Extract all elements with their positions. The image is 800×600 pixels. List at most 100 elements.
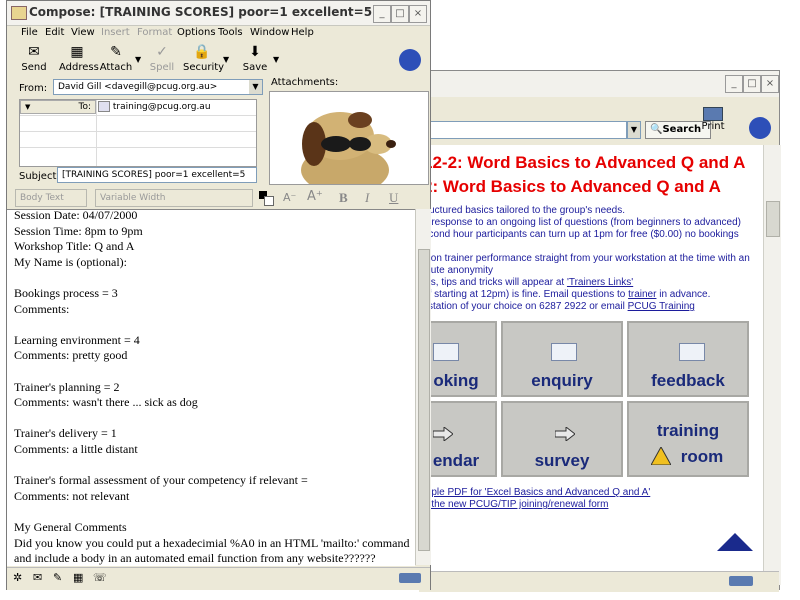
enquiry-tile[interactable]: enquiry bbox=[501, 321, 623, 397]
browser-titlebar: _ □ × bbox=[419, 71, 779, 97]
font-select[interactable]: Variable Width bbox=[95, 189, 253, 207]
body-line: Comments: not relevant bbox=[14, 488, 130, 503]
compose-titlebar: Compose: [TRAINING SCORES] poor=1 excell… bbox=[7, 1, 430, 26]
save-dropdown-icon[interactable]: ▼ bbox=[273, 55, 279, 64]
send-icon: ✉ bbox=[28, 44, 40, 60]
trainers-links-link[interactable]: 'Trainers Links' bbox=[567, 277, 633, 288]
browser-scrollbar[interactable] bbox=[763, 145, 781, 585]
arrow-right-icon bbox=[433, 427, 453, 441]
menu-options[interactable]: Options bbox=[177, 27, 216, 38]
recipient-list[interactable]: ▼ To: training@pcug.org.au bbox=[19, 99, 257, 167]
compose-window: Compose: [TRAINING SCORES] poor=1 excell… bbox=[6, 0, 431, 590]
chat-icon[interactable]: ☏ bbox=[93, 571, 107, 584]
paragraph-style-select[interactable]: Body Text bbox=[15, 189, 87, 207]
divider bbox=[96, 100, 97, 166]
menu-window[interactable]: Window bbox=[250, 27, 289, 38]
desc-line: (if starting at 12pm) is fine. Email que… bbox=[423, 289, 711, 300]
attach-button[interactable]: ✎ Attach bbox=[99, 43, 133, 73]
mail-icon[interactable]: ✉ bbox=[33, 571, 42, 584]
from-select[interactable]: David Gill <davegill@pcug.org.au> bbox=[53, 79, 263, 95]
bold-icon[interactable]: B bbox=[339, 190, 348, 206]
smaller-font-icon[interactable]: A⁻ bbox=[283, 191, 296, 204]
address-button[interactable]: ▦ Address bbox=[59, 43, 99, 73]
composer-icon[interactable]: ✎ bbox=[53, 571, 62, 584]
body-line: Comments: pretty good bbox=[14, 348, 128, 363]
close-button[interactable]: × bbox=[409, 5, 427, 23]
format-toolbar: Body Text Variable Width A⁻ A⁺ B I U bbox=[7, 187, 430, 209]
body-line: and include a body in an automated email… bbox=[14, 551, 376, 566]
maximize-button[interactable]: □ bbox=[391, 5, 409, 23]
footer-link[interactable]: mple PDF for 'Excel Basics and Advanced … bbox=[423, 487, 650, 498]
attachments-label: Attachments: bbox=[271, 77, 339, 88]
url-input[interactable] bbox=[427, 121, 627, 139]
chevron-down-icon: ▼ bbox=[25, 103, 31, 111]
background-color-icon[interactable] bbox=[264, 196, 274, 206]
menu-tools[interactable]: Tools bbox=[218, 27, 243, 38]
larger-font-icon[interactable]: A⁺ bbox=[307, 189, 323, 204]
menu-format[interactable]: Format bbox=[137, 27, 172, 38]
body-line: Learning environment = 4 bbox=[14, 332, 140, 347]
menu-insert[interactable]: Insert bbox=[101, 27, 130, 38]
security-button[interactable]: 🔒 Security bbox=[183, 43, 224, 73]
training-room-tile[interactable]: training room bbox=[627, 401, 749, 477]
underline-icon[interactable]: U bbox=[389, 190, 398, 206]
trainer-link[interactable]: trainer bbox=[628, 289, 656, 300]
spell-check-icon: ✓ bbox=[156, 44, 168, 60]
contact-icon bbox=[98, 101, 110, 112]
navigator-icon[interactable]: ✲ bbox=[13, 571, 22, 584]
body-line: Trainer's delivery = 1 bbox=[14, 426, 117, 441]
menu-file[interactable]: File bbox=[21, 27, 38, 38]
body-line: Trainer's planning = 2 bbox=[14, 379, 120, 394]
pcug-training-link[interactable]: PCUG Training bbox=[628, 301, 695, 312]
body-line: Session Date: 04/07/2000 bbox=[14, 209, 138, 222]
subject-input[interactable]: [TRAINING SCORES] poor=1 excellent=5 bbox=[57, 167, 257, 183]
desc-line: k on trainer performance straight from y… bbox=[423, 253, 750, 264]
divider bbox=[20, 131, 256, 132]
body-line: Bookings process = 3 bbox=[14, 286, 118, 300]
survey-tile[interactable]: survey bbox=[501, 401, 623, 477]
body-line: Comments: wasn't there ... sick as dog bbox=[14, 395, 198, 410]
menu-help[interactable]: Help bbox=[291, 27, 314, 38]
feedback-tile[interactable]: feedback bbox=[627, 321, 749, 397]
italic-icon[interactable]: I bbox=[365, 190, 369, 206]
address-book-icon: ▦ bbox=[70, 44, 84, 60]
address-book-icon[interactable]: ▦ bbox=[73, 571, 83, 584]
footer-link[interactable]: d the new PCUG/TIP joining/renewal form bbox=[423, 499, 608, 510]
body-line: Session Time: 8pm to 9pm bbox=[14, 223, 143, 238]
search-icon: 🔍 bbox=[650, 124, 663, 135]
desc-line: kstation of your choice on 6287 2922 or … bbox=[423, 301, 695, 312]
from-label: From: bbox=[19, 83, 48, 94]
print-button[interactable]: Print bbox=[699, 107, 727, 132]
subject-label: Subject: bbox=[19, 171, 60, 182]
url-dropdown-button[interactable]: ▼ bbox=[627, 121, 641, 139]
throbber-icon bbox=[749, 117, 771, 139]
envelope-icon bbox=[551, 343, 577, 361]
message-body[interactable]: Session Date: 04/07/2000 Session Time: 8p… bbox=[7, 209, 415, 566]
attach-dropdown-icon[interactable]: ▼ bbox=[135, 55, 141, 64]
body-line: Trainer's formal assessment of your comp… bbox=[14, 473, 308, 488]
menu-view[interactable]: View bbox=[71, 27, 95, 38]
envelope-icon bbox=[433, 343, 459, 361]
security-dropdown-icon[interactable]: ▼ bbox=[223, 55, 229, 64]
back-to-top-icon[interactable] bbox=[717, 533, 753, 553]
attachments-pane: Attachments: bbox=[269, 77, 429, 185]
spell-button[interactable]: ✓ Spell bbox=[147, 43, 177, 73]
attachment-image[interactable] bbox=[269, 91, 429, 185]
recipient-type-select[interactable]: ▼ To: bbox=[20, 100, 96, 114]
scroll-thumb[interactable] bbox=[418, 249, 430, 551]
desc-line: a response to an ongoing list of questio… bbox=[423, 217, 741, 228]
maximize-button[interactable]: □ bbox=[743, 75, 761, 93]
minimize-button[interactable]: _ bbox=[373, 5, 391, 23]
close-button[interactable]: × bbox=[761, 75, 779, 93]
body-scrollbar[interactable] bbox=[415, 209, 431, 565]
minimize-button[interactable]: _ bbox=[725, 75, 743, 93]
recipient-field[interactable]: training@pcug.org.au bbox=[98, 100, 211, 114]
scroll-thumb[interactable] bbox=[766, 201, 780, 237]
desc-line: econd hour participants can turn up at 1… bbox=[423, 229, 739, 240]
save-button[interactable]: ⬇ Save bbox=[241, 43, 269, 73]
send-button[interactable]: ✉ Send bbox=[17, 43, 51, 73]
compose-toolbar: ✉ Send ▦ Address ✎ Attach ▼ ✓ Spell 🔒 Securit… bbox=[7, 43, 430, 77]
menu-edit[interactable]: Edit bbox=[45, 27, 64, 38]
lock-icon: 🔒 bbox=[193, 44, 211, 60]
chevron-down-icon[interactable]: ▼ bbox=[249, 80, 262, 94]
